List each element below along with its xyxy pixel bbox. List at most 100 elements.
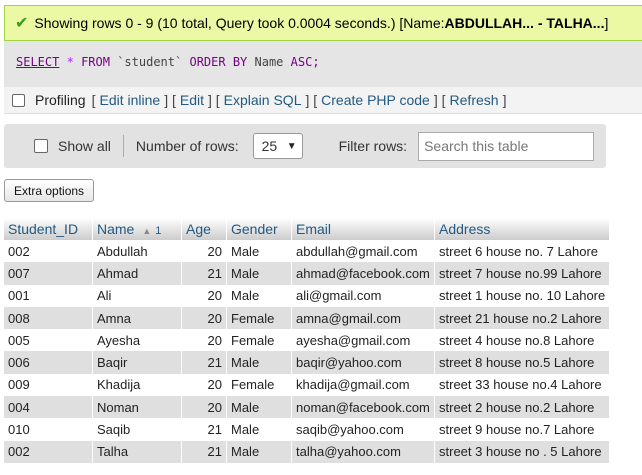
header-label: Name — [97, 221, 135, 237]
cell-email: ahmad@facebook.com — [291, 262, 435, 285]
sql-from: FROM — [81, 55, 110, 69]
cell-email: abdullah@gmail.com — [291, 240, 435, 263]
cell-gender: Female — [226, 329, 292, 352]
table-row[interactable]: 008 Amna 20 Female amna@gmail.com street 21 h… — [4, 306, 611, 330]
table-row[interactable]: 005 Ayesha 20 Female ayesha@gmail.com street … — [4, 329, 611, 352]
header-age[interactable]: Age — [181, 218, 227, 240]
cell-student-id: 002 — [4, 440, 93, 463]
cell-age: 20 — [181, 306, 227, 330]
cell-address: street 9 house no.7 Lahore — [434, 418, 611, 441]
cell-student-id: 002 — [4, 240, 93, 263]
cell-student-id: 001 — [4, 284, 93, 307]
explain-sql-link[interactable]: Explain SQL — [224, 92, 302, 108]
header-label: Address — [439, 221, 491, 237]
success-text: Showing rows 0 - 9 (10 total, Query took… — [34, 15, 445, 31]
cell-address: street 6 house no. 7 Lahore — [434, 240, 611, 263]
show-all-label[interactable]: Show all — [58, 138, 111, 154]
cell-age: 20 — [181, 284, 227, 307]
cell-email: amna@gmail.com — [291, 306, 435, 330]
rows-select-value: 25 — [261, 138, 278, 154]
extra-options-button[interactable]: Extra options — [4, 179, 95, 202]
divider — [122, 135, 124, 157]
rows-label: Number of rows: — [135, 138, 239, 154]
cell-address: street 21 house no.2 Lahore — [434, 306, 611, 330]
cell-student-id: 004 — [4, 396, 93, 419]
header-label: Email — [296, 221, 332, 237]
table-row[interactable]: 002 Abdullah 20 Male abdullah@gmail.com stree… — [4, 240, 611, 263]
cell-gender: Male — [226, 240, 292, 263]
results-table: Student_ID Name ▲ 1 Age Gender Email Addre… — [4, 218, 611, 463]
cell-email: khadija@gmail.com — [291, 373, 435, 397]
navigation-bar: Show all Number of rows: 25 ▼ Filter row… — [4, 124, 606, 168]
cell-email: talha@yahoo.com — [291, 440, 435, 463]
cell-student-id: 006 — [4, 351, 93, 374]
cell-name: Abdullah — [92, 240, 182, 263]
cell-gender: Male — [226, 440, 292, 463]
create-php-code-link[interactable]: Create PHP code — [321, 92, 430, 108]
sql-query-box[interactable]: SELECT * FROM `student` ORDER BY Name AS… — [4, 41, 642, 87]
refresh-link[interactable]: Refresh — [450, 92, 499, 108]
header-name[interactable]: Name ▲ 1 — [92, 218, 182, 240]
filter-search-input[interactable] — [418, 131, 595, 161]
header-label: Student_ID — [8, 221, 79, 237]
cell-address: street 33 house no.4 Lahore — [434, 373, 611, 397]
cell-student-id: 005 — [4, 329, 93, 352]
cell-age: 20 — [181, 373, 227, 397]
sql-select: SELECT — [16, 55, 60, 69]
chevron-down-icon: ▼ — [286, 140, 297, 152]
edit-inline-link[interactable]: Edit inline — [99, 92, 160, 108]
edit-link[interactable]: Edit — [180, 92, 204, 108]
cell-email: ayesha@gmail.com — [291, 329, 435, 352]
table-row[interactable]: 001 Ali 20 Male ali@gmail.com street 1 house … — [4, 284, 611, 307]
header-student-id[interactable]: Student_ID — [4, 218, 93, 240]
cell-email: baqir@yahoo.com — [291, 351, 435, 374]
table-row[interactable]: 007 Ahmad 21 Male ahmad@facebook.com street 7… — [4, 262, 611, 285]
cell-gender: Male — [226, 262, 292, 285]
profiling-checkbox[interactable] — [12, 93, 25, 107]
table-row[interactable]: 009 Khadija 20 Female khadija@gmail.com stree… — [4, 373, 611, 397]
cell-gender: Male — [226, 351, 292, 374]
rows-select[interactable]: 25 ▼ — [252, 133, 303, 159]
sort-order-number: 1 — [155, 225, 162, 237]
cell-age: 20 — [181, 396, 227, 419]
cell-age: 21 — [181, 262, 227, 285]
cell-address: street 2 house no.2 Lahore — [434, 396, 611, 419]
cell-age: 21 — [181, 418, 227, 441]
cell-address: street 3 house no . 5 Lahore — [434, 440, 611, 463]
cell-age: 21 — [181, 440, 227, 463]
sql-asc: ASC; — [290, 55, 320, 69]
header-label: Age — [186, 221, 211, 237]
success-range: ABDULLAH... - TALHA... — [444, 15, 605, 31]
cell-student-id: 008 — [4, 306, 93, 330]
cell-name: Ayesha — [92, 329, 182, 352]
cell-gender: Female — [226, 306, 292, 330]
cell-name: Amna — [92, 306, 182, 330]
cell-email: noman@facebook.com — [291, 396, 435, 419]
sql-column: Name — [254, 55, 284, 69]
cell-name: Khadija — [92, 373, 182, 397]
cell-gender: Male — [226, 284, 292, 307]
cell-email: ali@gmail.com — [291, 284, 435, 307]
success-message: ✔ Showing rows 0 - 9 (10 total, Query to… — [4, 5, 642, 41]
sql-star: * — [66, 55, 74, 69]
table-row[interactable]: 006 Baqir 21 Male baqir@yahoo.com street 8 ho… — [4, 351, 611, 374]
cell-gender: Male — [226, 396, 292, 419]
header-email[interactable]: Email — [291, 218, 435, 240]
profiling-bar: Profiling [Edit inline] [Edit] [Explain … — [4, 87, 642, 114]
cell-name: Noman — [92, 396, 182, 419]
sql-table: `student` — [117, 55, 183, 69]
cell-student-id: 010 — [4, 418, 93, 441]
cell-address: street 7 house no.99 Lahore — [434, 262, 611, 285]
success-close-bracket: ] — [604, 15, 609, 31]
header-gender[interactable]: Gender — [226, 218, 292, 240]
cell-address: street 1 house no. 10 Lahore — [434, 284, 611, 307]
cell-name: Talha — [92, 440, 182, 463]
table-row[interactable]: 002 Talha 21 Male talha@yahoo.com street 3 ho… — [4, 440, 611, 463]
show-all-checkbox[interactable] — [34, 139, 48, 153]
table-row[interactable]: 004 Noman 20 Male noman@facebook.com street 2… — [4, 396, 611, 419]
table-row[interactable]: 010 Saqib 21 Male saqib@yahoo.com street 9 ho… — [4, 418, 611, 441]
cell-age: 21 — [181, 351, 227, 374]
header-address[interactable]: Address — [434, 218, 611, 240]
filter-label: Filter rows: — [338, 138, 408, 154]
checkmark-icon: ✔ — [15, 15, 29, 32]
